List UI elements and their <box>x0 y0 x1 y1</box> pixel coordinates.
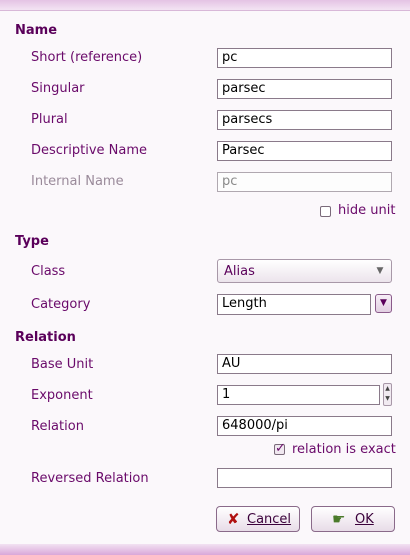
exponent-spinner[interactable]: ▲ ▼ <box>383 383 392 406</box>
ok-hand-icon: ☛ <box>332 510 346 528</box>
window-top-border <box>0 0 410 11</box>
exponent-input[interactable]: 1 <box>217 385 380 405</box>
category-dropdown-button[interactable]: ▼ <box>375 294 392 313</box>
internal-name-label: Internal Name <box>31 174 124 189</box>
base-unit-input[interactable]: AU <box>217 354 392 374</box>
ok-button-label: OK <box>355 512 374 527</box>
class-select[interactable]: Alias ▼ <box>217 259 392 283</box>
short-reference-label: Short (reference) <box>31 50 143 65</box>
descriptive-name-input[interactable]: Parsec <box>217 141 392 161</box>
cancel-button-label: Cancel <box>247 512 292 527</box>
chevron-down-icon: ▼ <box>380 298 387 308</box>
hide-unit-checkbox[interactable] <box>320 206 331 217</box>
short-reference-input[interactable]: pc <box>217 48 392 68</box>
singular-input[interactable]: parsec <box>217 79 392 99</box>
reversed-relation-input[interactable] <box>217 468 392 488</box>
hide-unit-label[interactable]: hide unit <box>338 203 395 218</box>
spin-down-icon[interactable]: ▼ <box>384 394 391 404</box>
section-title-name: Name <box>15 23 58 38</box>
class-select-value: Alias <box>224 264 255 279</box>
ok-button[interactable]: ☛ OK <box>311 506 395 532</box>
singular-label: Singular <box>31 81 85 96</box>
reversed-relation-label: Reversed Relation <box>31 471 149 486</box>
section-title-relation: Relation <box>15 330 76 345</box>
internal-name-input: pc <box>217 172 392 192</box>
descriptive-name-label: Descriptive Name <box>31 143 148 158</box>
exponent-label: Exponent <box>31 388 93 403</box>
base-unit-label: Base Unit <box>31 357 94 372</box>
relation-input[interactable]: 648000/pi <box>217 416 392 436</box>
category-input[interactable]: Length <box>217 294 371 315</box>
spin-up-icon[interactable]: ▲ <box>384 384 391 394</box>
relation-exact-label[interactable]: relation is exact <box>292 442 396 457</box>
cancel-x-icon: ✘ <box>227 510 240 528</box>
plural-input[interactable]: parsecs <box>217 110 392 130</box>
class-label: Class <box>31 264 66 279</box>
relation-exact-checkbox[interactable] <box>274 441 286 456</box>
section-title-type: Type <box>15 234 49 249</box>
chevron-down-icon: ▼ <box>376 266 384 276</box>
plural-label: Plural <box>31 112 68 127</box>
window-bottom-border <box>0 544 410 555</box>
cancel-button[interactable]: ✘ Cancel <box>216 506 300 532</box>
relation-label: Relation <box>31 419 84 434</box>
category-label: Category <box>31 297 91 312</box>
